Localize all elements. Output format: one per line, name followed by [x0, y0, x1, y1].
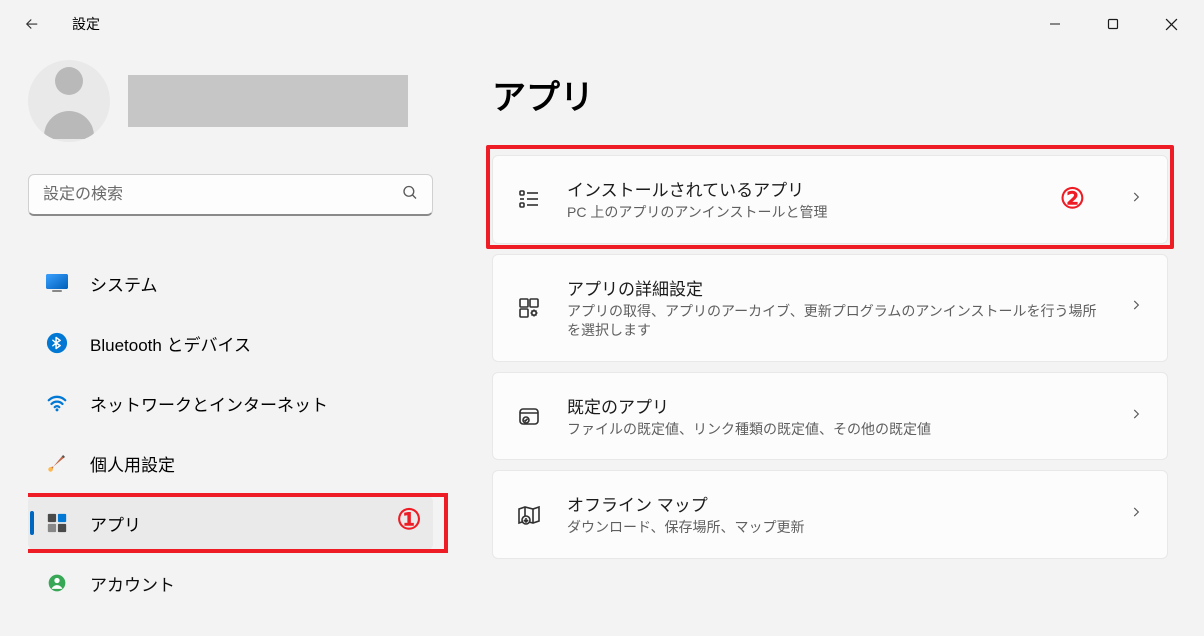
chevron-right-icon: [1129, 407, 1143, 426]
window-controls: [1026, 3, 1200, 45]
user-name-redacted: [128, 75, 408, 127]
paintbrush-icon: [46, 452, 68, 474]
sidebar-item-label: 個人用設定: [90, 451, 175, 476]
card-subtitle: PC 上のアプリのアンインストールと管理: [567, 203, 1036, 223]
titlebar: 設定: [0, 0, 1204, 48]
search-input[interactable]: [28, 174, 433, 216]
sidebar-nav: システム Bluetooth とデバイス ネットワークとインターネット 個人用設…: [28, 256, 448, 616]
wifi-icon: [46, 392, 68, 414]
chevron-right-icon: [1129, 298, 1143, 317]
minimize-button[interactable]: [1026, 3, 1084, 45]
sidebar-item-label: アプリ: [90, 511, 141, 536]
card-subtitle: ダウンロード、保存場所、マップ更新: [567, 518, 1105, 538]
window-title: 設定: [72, 14, 100, 34]
card-title: オフライン マップ: [567, 491, 1105, 516]
card-subtitle: ファイルの既定値、リンク種類の既定値、その他の既定値: [567, 420, 1105, 440]
sidebar-item-network[interactable]: ネットワークとインターネット: [28, 376, 433, 430]
sidebar-item-system[interactable]: システム: [28, 256, 433, 310]
page-title: アプリ: [492, 70, 1168, 119]
sidebar-item-label: Bluetooth とデバイス: [90, 331, 251, 356]
back-button[interactable]: [12, 4, 52, 44]
avatar: [28, 60, 110, 142]
card-title: インストールされているアプリ: [567, 176, 1036, 201]
list-apps-icon: [515, 187, 543, 211]
sidebar-item-apps[interactable]: アプリ: [28, 496, 433, 550]
sidebar-item-bluetooth[interactable]: Bluetooth とデバイス: [28, 316, 433, 370]
sidebar: システム Bluetooth とデバイス ネットワークとインターネット 個人用設…: [0, 48, 460, 636]
annotation-step1-number: ①: [394, 506, 424, 536]
card-installed-apps[interactable]: インストールされているアプリ PC 上のアプリのアンインストールと管理 ②: [492, 155, 1168, 244]
map-icon: [515, 503, 543, 527]
minimize-icon: [1049, 18, 1061, 30]
account-icon: [46, 572, 68, 594]
advanced-settings-icon: [515, 296, 543, 320]
search-icon: [401, 184, 419, 207]
maximize-button[interactable]: [1084, 3, 1142, 45]
sidebar-item-label: アカウント: [90, 571, 175, 596]
maximize-icon: [1107, 18, 1119, 30]
profile-section[interactable]: [28, 60, 460, 142]
annotation-step2-number: ②: [1060, 182, 1085, 216]
card-offline-maps[interactable]: オフライン マップ ダウンロード、保存場所、マップ更新: [492, 470, 1168, 559]
card-subtitle: アプリの取得、アプリのアーカイブ、更新プログラムのアンインストールを行う場所を選…: [567, 302, 1105, 341]
chevron-right-icon: [1129, 505, 1143, 524]
card-title: アプリの詳細設定: [567, 275, 1105, 300]
apps-icon: [46, 512, 68, 534]
card-advanced-app-settings[interactable]: アプリの詳細設定 アプリの取得、アプリのアーカイブ、更新プログラムのアンインスト…: [492, 254, 1168, 362]
system-icon: [46, 272, 68, 294]
close-button[interactable]: [1142, 3, 1200, 45]
sidebar-item-label: ネットワークとインターネット: [90, 391, 328, 416]
sidebar-item-label: システム: [90, 271, 158, 296]
main-panel: アプリ インストールされているアプリ PC 上のアプリのアンインストールと管理 …: [460, 48, 1204, 636]
search-container: [28, 174, 433, 216]
bluetooth-icon: [46, 332, 68, 354]
back-arrow-icon: [23, 15, 41, 33]
card-default-apps[interactable]: 既定のアプリ ファイルの既定値、リンク種類の既定値、その他の既定値: [492, 372, 1168, 461]
chevron-right-icon: [1129, 190, 1143, 209]
card-title: 既定のアプリ: [567, 393, 1105, 418]
sidebar-item-personalization[interactable]: 個人用設定: [28, 436, 433, 490]
sidebar-item-accounts[interactable]: アカウント: [28, 556, 433, 610]
settings-card-list: インストールされているアプリ PC 上のアプリのアンインストールと管理 ② アプ…: [492, 155, 1168, 559]
default-apps-icon: [515, 404, 543, 428]
close-icon: [1165, 18, 1178, 31]
